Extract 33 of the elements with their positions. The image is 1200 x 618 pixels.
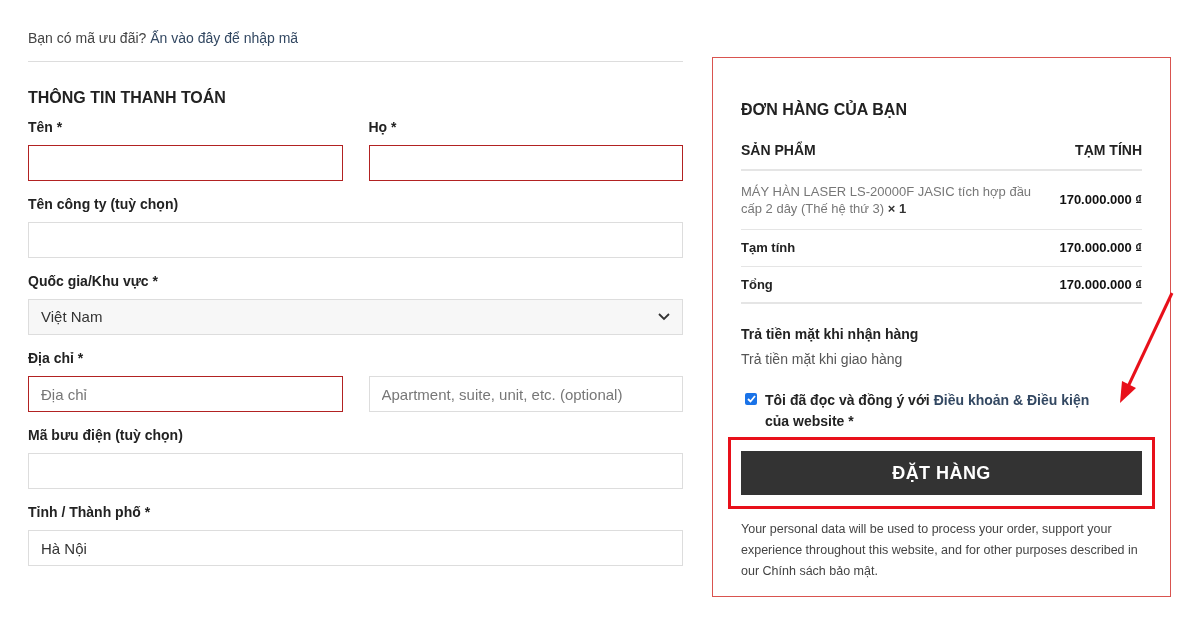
terms-text: Tôi đã đọc và đồng ý với Điều khoản & Điều kiện của website * [765, 391, 1091, 431]
field-label: Tỉnh / Thành phố * [28, 504, 152, 520]
chevron-down-icon [658, 313, 670, 321]
input-field[interactable]: Địa chỉ [28, 376, 343, 412]
place-order-button[interactable]: ĐẶT HÀNG [741, 451, 1142, 495]
total-value: 170.000.000 ₫ [1059, 275, 1142, 294]
coupon-link[interactable]: Ấn vào đây để nhập mã [150, 30, 299, 46]
field-label: Quốc gia/Khu vực * [28, 273, 159, 289]
terms-link[interactable]: Điều khoản & Điều kiện [933, 392, 1090, 408]
terms-checkbox[interactable] [745, 393, 757, 405]
product-name: MÁY HÀN LASER LS-20000F JASIC tích hợp đầu cấp 2 dây (Thế hệ thứ 3) × 1 [741, 183, 1033, 217]
order-title: ĐƠN HÀNG CỦA BẠN [741, 99, 908, 120]
coupon-text: Bạn có mã ưu đãi? Ấn vào đây để nhập mã [28, 28, 683, 62]
payment-title: Trả tiền mặt khi nhận hàng [741, 325, 920, 344]
country-select[interactable]: Việt Nam [28, 299, 683, 335]
product-price: 170.000.000 ₫ [1059, 191, 1142, 210]
field-label: Địa chỉ * [28, 350, 85, 366]
total-value: 170.000.000 ₫ [1059, 239, 1142, 257]
field-label: Họ * [368, 119, 398, 135]
field-label: Mã bưu điện (tuỳ chọn) [28, 427, 184, 443]
input-field[interactable]: Hà Nội [28, 530, 683, 566]
total-label: Tổng [741, 275, 773, 294]
input-field[interactable] [28, 145, 343, 181]
privacy-text: Your personal data will be used to process your order, support your experience throughout this website, and for other purposes described in our Chính sách bảo mật. [741, 521, 1139, 580]
total-label: Tạm tính [741, 239, 796, 257]
column-header: SẢN PHẨM [741, 140, 816, 160]
field-label: Tên công ty (tuỳ chọn) [28, 196, 180, 212]
payment-description: Trả tiền mặt khi giao hàng [741, 350, 904, 369]
column-header: TẠM TÍNH [1075, 141, 1142, 160]
checkmark-icon [746, 395, 756, 403]
input-field[interactable] [368, 145, 683, 181]
billing-title: THÔNG TIN THANH TOÁN [28, 87, 227, 108]
field-label: Tên * [28, 119, 64, 135]
